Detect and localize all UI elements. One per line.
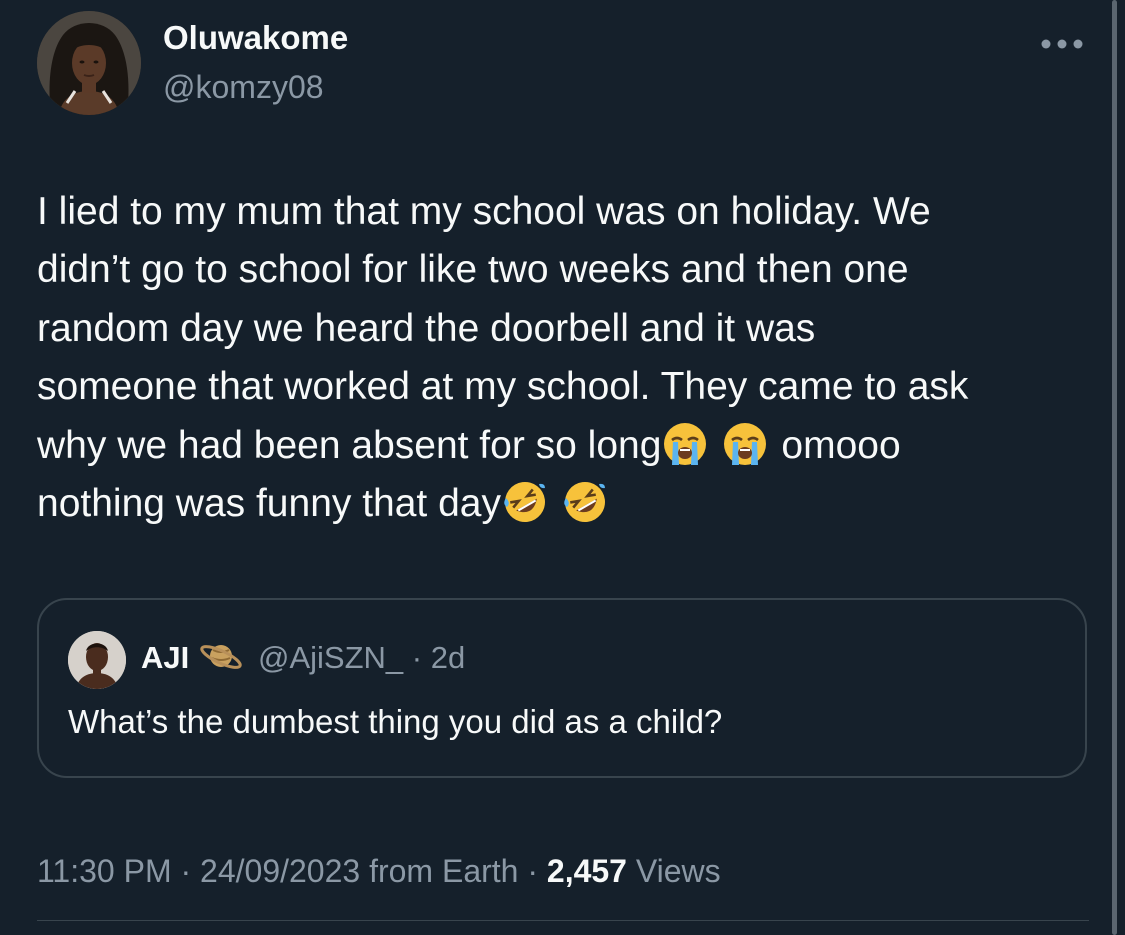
loudly-crying-face-emoji-icon <box>661 420 709 468</box>
views-label[interactable]: Views <box>636 853 721 889</box>
quoted-author-name[interactable]: AJI <box>141 640 189 676</box>
tweet-text-fragment: nothing was funny that day <box>37 482 501 526</box>
meta-separator: · <box>527 853 538 889</box>
author-handle[interactable]: @komzy08 <box>163 69 324 106</box>
tweet-date[interactable]: 24/09/2023 <box>200 853 360 889</box>
tweet-text-line: didn’t go to school for like two weeks a… <box>37 248 909 292</box>
tweet-text-line: why we had been absent for so long omooo <box>37 417 1082 475</box>
tweet-source: from Earth <box>369 853 519 889</box>
meta-separator: · <box>180 853 192 889</box>
meta-separator: · <box>411 640 423 675</box>
tweet-text: I lied to my mum that my school was on h… <box>37 183 1082 533</box>
tweet-text-line: nothing was funny that day <box>37 475 1082 533</box>
loudly-crying-face-emoji-icon <box>721 420 769 468</box>
ringed-planet-badge-icon <box>199 636 243 676</box>
divider <box>37 920 1089 921</box>
tweet-text-line: I lied to my mum that my school was on h… <box>37 190 931 233</box>
quoted-tweet-card[interactable]: AJI @AjiSZN_ · 2d What’s the dumbest thi… <box>37 598 1087 778</box>
scrollbar[interactable] <box>1112 0 1117 935</box>
rolling-on-floor-laughing-emoji-icon <box>561 478 609 526</box>
more-options-icon[interactable] <box>1040 37 1084 51</box>
tweet-text-fragment: why we had been absent for so long <box>37 423 662 467</box>
views-count[interactable]: 2,457 <box>547 853 627 889</box>
quoted-tweet-age[interactable]: 2d <box>431 640 465 675</box>
quoted-author-avatar[interactable] <box>68 631 126 689</box>
tweet-text-line: random day we heard the doorbell and it … <box>37 306 816 350</box>
tweet-meta-row: 11:30 PM · 24/09/2023 from Earth · 2,457… <box>37 853 721 890</box>
tweet-time[interactable]: 11:30 PM <box>37 853 172 889</box>
quoted-author-meta: @AjiSZN_ · 2d <box>258 640 465 676</box>
author-avatar[interactable] <box>37 11 141 115</box>
tweet-text-line: someone that worked at my school. They c… <box>37 365 969 409</box>
tweet-text-fragment: omooo <box>781 423 901 467</box>
rolling-on-floor-laughing-emoji-icon <box>501 478 549 526</box>
quoted-tweet-text: What’s the dumbest thing you did as a ch… <box>68 703 723 740</box>
author-display-name[interactable]: Oluwakome <box>163 19 348 57</box>
quoted-author-handle[interactable]: @AjiSZN_ <box>258 640 403 675</box>
